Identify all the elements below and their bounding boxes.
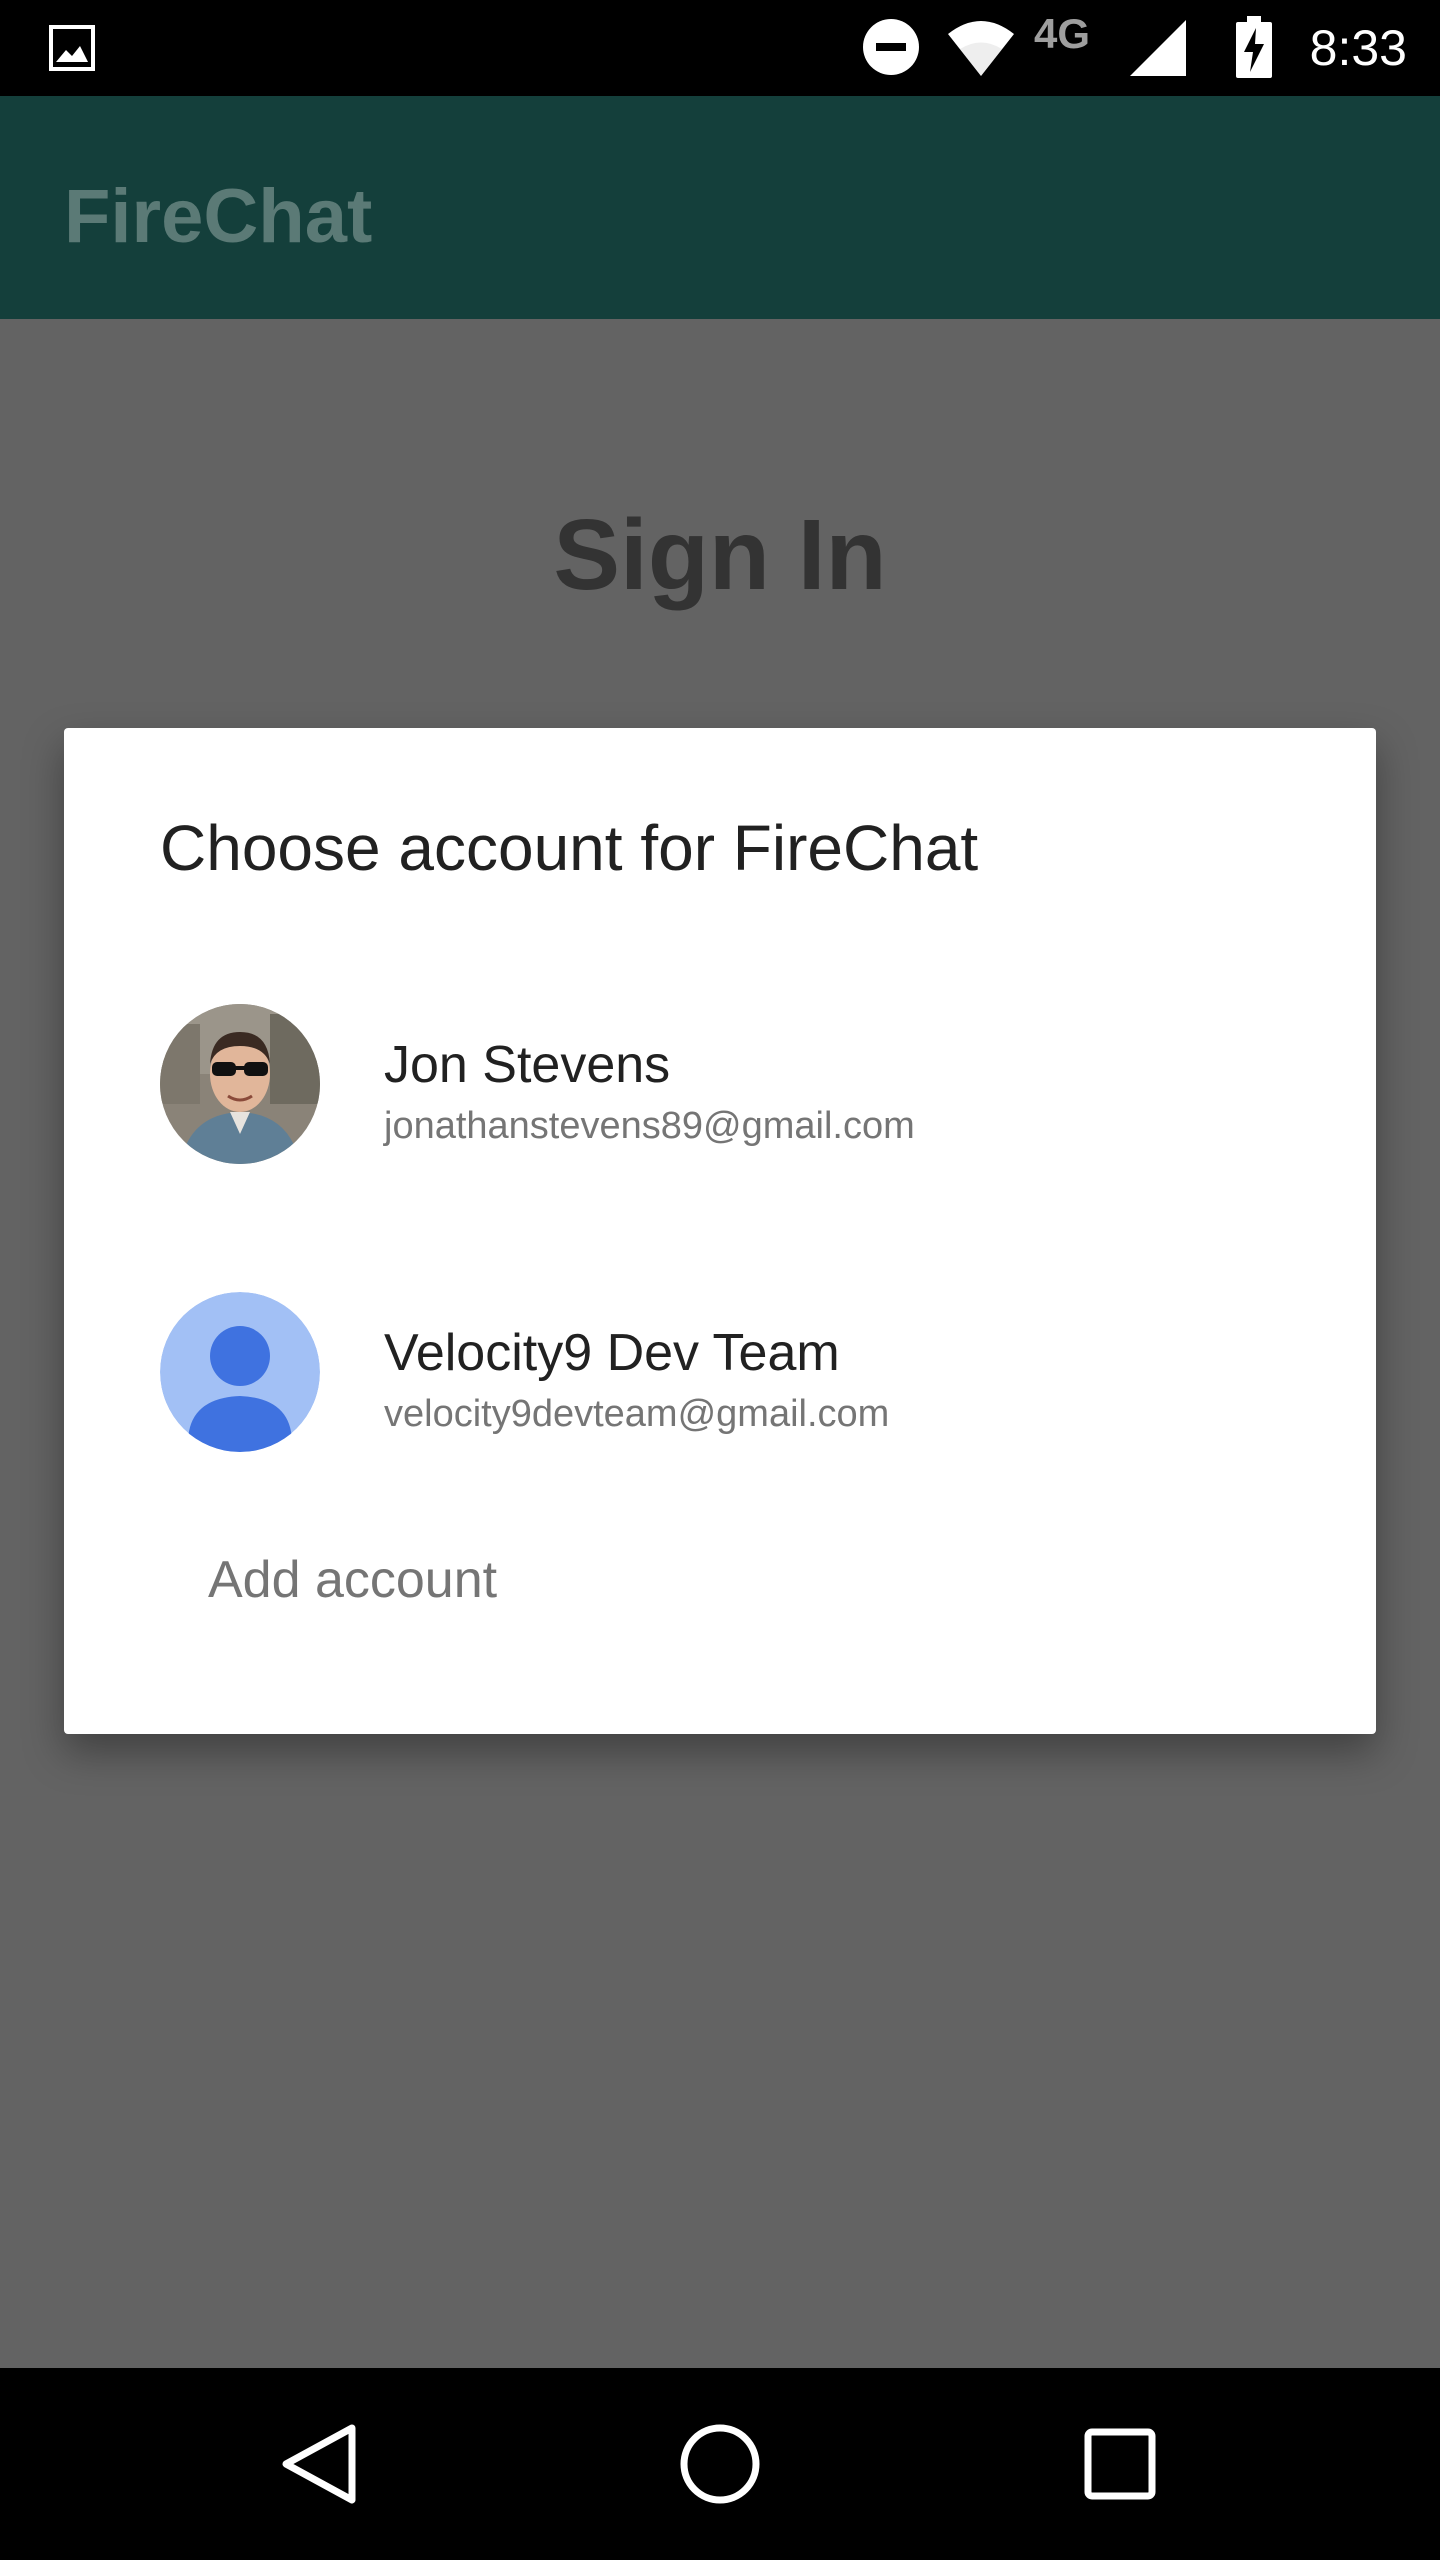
sign-in-heading: Sign In <box>553 499 887 611</box>
navigation-bar <box>0 2368 1440 2560</box>
account-chooser-dialog: Choose account for FireChat Jon Stevens … <box>64 728 1376 1734</box>
battery-charging-icon <box>1236 16 1272 78</box>
profile-photo <box>160 1004 320 1164</box>
screen: 4G 8:33 FireChat Sign In Choose account … <box>0 0 1440 2560</box>
back-icon[interactable] <box>272 2416 368 2512</box>
app-bar: FireChat <box>0 96 1440 319</box>
image-notification-icon <box>48 24 96 72</box>
home-icon[interactable] <box>672 2416 768 2512</box>
account-name: Jon Stevens <box>384 1036 671 1094</box>
wifi-icon <box>946 16 1016 78</box>
recents-icon[interactable] <box>1072 2416 1168 2512</box>
app-title: FireChat <box>64 174 373 259</box>
account-item-jon-stevens[interactable]: Jon Stevens jonathanstevens89@gmail.com <box>64 968 1376 1198</box>
network-label: 4G <box>1034 10 1091 57</box>
default-avatar-icon <box>160 1292 320 1452</box>
account-name: Velocity9 Dev Team <box>384 1324 840 1382</box>
account-item-velocity9-dev-team[interactable]: Velocity9 Dev Team velocity9devteam@gmai… <box>64 1256 1376 1486</box>
signal-icon <box>1128 20 1188 78</box>
status-bar: 4G 8:33 <box>0 0 1440 96</box>
add-account-button[interactable]: Add account <box>208 1548 497 1612</box>
account-email: velocity9devteam@gmail.com <box>384 1393 890 1435</box>
status-time: 8:33 <box>1309 20 1407 76</box>
dialog-title: Choose account for FireChat <box>160 812 979 884</box>
account-email: jonathanstevens89@gmail.com <box>384 1105 915 1147</box>
do-not-disturb-icon <box>862 18 920 76</box>
4g-lte-icon: 4G <box>1034 12 1124 56</box>
